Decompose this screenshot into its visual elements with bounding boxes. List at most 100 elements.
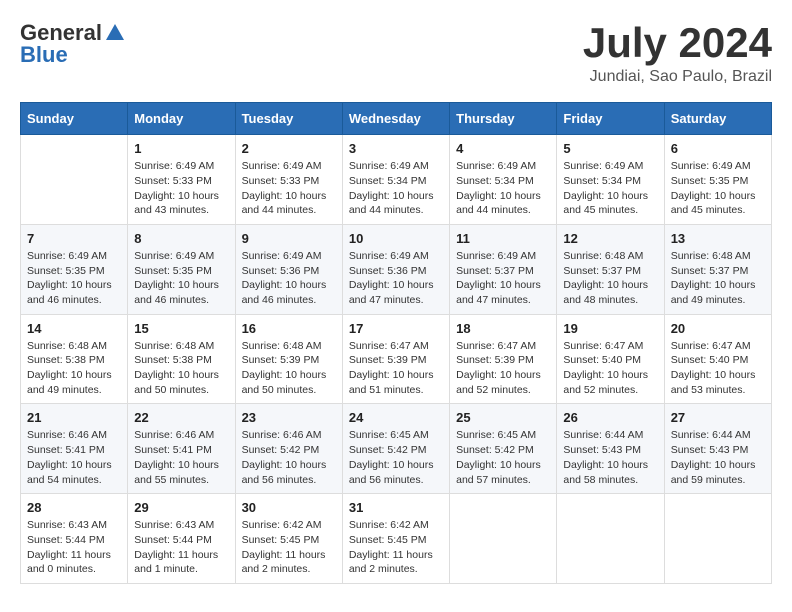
table-row: 31 Sunrise: 6:42 AMSunset: 5:45 PMDaylig…: [342, 494, 449, 584]
day-number: 29: [134, 500, 228, 515]
day-detail: Sunrise: 6:48 AMSunset: 5:38 PMDaylight:…: [134, 339, 228, 398]
table-row: 29 Sunrise: 6:43 AMSunset: 5:44 PMDaylig…: [128, 494, 235, 584]
day-number: 23: [242, 410, 336, 425]
day-number: 2: [242, 141, 336, 156]
table-row: 30 Sunrise: 6:42 AMSunset: 5:45 PMDaylig…: [235, 494, 342, 584]
table-row: 26 Sunrise: 6:44 AMSunset: 5:43 PMDaylig…: [557, 404, 664, 494]
table-row: 19 Sunrise: 6:47 AMSunset: 5:40 PMDaylig…: [557, 314, 664, 404]
day-number: 30: [242, 500, 336, 515]
logo-icon: [104, 22, 126, 44]
day-number: 18: [456, 321, 550, 336]
day-detail: Sunrise: 6:43 AMSunset: 5:44 PMDaylight:…: [27, 518, 121, 577]
table-row: 24 Sunrise: 6:45 AMSunset: 5:42 PMDaylig…: [342, 404, 449, 494]
day-detail: Sunrise: 6:49 AMSunset: 5:35 PMDaylight:…: [671, 159, 765, 218]
day-detail: Sunrise: 6:44 AMSunset: 5:43 PMDaylight:…: [671, 428, 765, 487]
day-detail: Sunrise: 6:49 AMSunset: 5:33 PMDaylight:…: [242, 159, 336, 218]
day-detail: Sunrise: 6:49 AMSunset: 5:33 PMDaylight:…: [134, 159, 228, 218]
header-sunday: Sunday: [21, 103, 128, 135]
table-row: 21 Sunrise: 6:46 AMSunset: 5:41 PMDaylig…: [21, 404, 128, 494]
table-row: 22 Sunrise: 6:46 AMSunset: 5:41 PMDaylig…: [128, 404, 235, 494]
table-row: 2 Sunrise: 6:49 AMSunset: 5:33 PMDayligh…: [235, 135, 342, 225]
day-detail: Sunrise: 6:45 AMSunset: 5:42 PMDaylight:…: [456, 428, 550, 487]
table-row: 17 Sunrise: 6:47 AMSunset: 5:39 PMDaylig…: [342, 314, 449, 404]
day-detail: Sunrise: 6:42 AMSunset: 5:45 PMDaylight:…: [242, 518, 336, 577]
day-detail: Sunrise: 6:49 AMSunset: 5:36 PMDaylight:…: [349, 249, 443, 308]
day-detail: Sunrise: 6:43 AMSunset: 5:44 PMDaylight:…: [134, 518, 228, 577]
day-detail: Sunrise: 6:42 AMSunset: 5:45 PMDaylight:…: [349, 518, 443, 577]
table-row: 28 Sunrise: 6:43 AMSunset: 5:44 PMDaylig…: [21, 494, 128, 584]
day-number: 28: [27, 500, 121, 515]
day-detail: Sunrise: 6:49 AMSunset: 5:36 PMDaylight:…: [242, 249, 336, 308]
day-number: 3: [349, 141, 443, 156]
table-row: 25 Sunrise: 6:45 AMSunset: 5:42 PMDaylig…: [450, 404, 557, 494]
header-monday: Monday: [128, 103, 235, 135]
table-row: 4 Sunrise: 6:49 AMSunset: 5:34 PMDayligh…: [450, 135, 557, 225]
day-number: 26: [563, 410, 657, 425]
logo-blue-text: Blue: [20, 42, 68, 68]
day-number: 22: [134, 410, 228, 425]
table-row: 8 Sunrise: 6:49 AMSunset: 5:35 PMDayligh…: [128, 224, 235, 314]
header-tuesday: Tuesday: [235, 103, 342, 135]
table-row: 6 Sunrise: 6:49 AMSunset: 5:35 PMDayligh…: [664, 135, 771, 225]
header-thursday: Thursday: [450, 103, 557, 135]
day-detail: Sunrise: 6:48 AMSunset: 5:39 PMDaylight:…: [242, 339, 336, 398]
day-number: 9: [242, 231, 336, 246]
day-detail: Sunrise: 6:45 AMSunset: 5:42 PMDaylight:…: [349, 428, 443, 487]
calendar-week-row: 7 Sunrise: 6:49 AMSunset: 5:35 PMDayligh…: [21, 224, 772, 314]
table-row: 23 Sunrise: 6:46 AMSunset: 5:42 PMDaylig…: [235, 404, 342, 494]
table-row: 11 Sunrise: 6:49 AMSunset: 5:37 PMDaylig…: [450, 224, 557, 314]
calendar-header-row: Sunday Monday Tuesday Wednesday Thursday…: [21, 103, 772, 135]
day-number: 25: [456, 410, 550, 425]
calendar-week-row: 28 Sunrise: 6:43 AMSunset: 5:44 PMDaylig…: [21, 494, 772, 584]
day-number: 15: [134, 321, 228, 336]
day-number: 8: [134, 231, 228, 246]
day-detail: Sunrise: 6:49 AMSunset: 5:35 PMDaylight:…: [134, 249, 228, 308]
calendar-title: July 2024: [583, 20, 772, 66]
logo: General Blue: [20, 20, 126, 68]
header-friday: Friday: [557, 103, 664, 135]
day-detail: Sunrise: 6:49 AMSunset: 5:35 PMDaylight:…: [27, 249, 121, 308]
calendar-week-row: 1 Sunrise: 6:49 AMSunset: 5:33 PMDayligh…: [21, 135, 772, 225]
table-row: [450, 494, 557, 584]
day-number: 4: [456, 141, 550, 156]
table-row: [21, 135, 128, 225]
table-row: 9 Sunrise: 6:49 AMSunset: 5:36 PMDayligh…: [235, 224, 342, 314]
table-row: [664, 494, 771, 584]
table-row: 16 Sunrise: 6:48 AMSunset: 5:39 PMDaylig…: [235, 314, 342, 404]
day-number: 16: [242, 321, 336, 336]
day-detail: Sunrise: 6:49 AMSunset: 5:34 PMDaylight:…: [456, 159, 550, 218]
day-number: 13: [671, 231, 765, 246]
day-number: 14: [27, 321, 121, 336]
day-number: 1: [134, 141, 228, 156]
day-number: 12: [563, 231, 657, 246]
day-detail: Sunrise: 6:47 AMSunset: 5:40 PMDaylight:…: [563, 339, 657, 398]
calendar-location: Jundiai, Sao Paulo, Brazil: [583, 68, 772, 86]
day-number: 7: [27, 231, 121, 246]
day-detail: Sunrise: 6:44 AMSunset: 5:43 PMDaylight:…: [563, 428, 657, 487]
calendar-week-row: 21 Sunrise: 6:46 AMSunset: 5:41 PMDaylig…: [21, 404, 772, 494]
header-wednesday: Wednesday: [342, 103, 449, 135]
day-detail: Sunrise: 6:47 AMSunset: 5:40 PMDaylight:…: [671, 339, 765, 398]
table-row: 3 Sunrise: 6:49 AMSunset: 5:34 PMDayligh…: [342, 135, 449, 225]
table-row: 7 Sunrise: 6:49 AMSunset: 5:35 PMDayligh…: [21, 224, 128, 314]
table-row: 10 Sunrise: 6:49 AMSunset: 5:36 PMDaylig…: [342, 224, 449, 314]
day-detail: Sunrise: 6:48 AMSunset: 5:37 PMDaylight:…: [671, 249, 765, 308]
day-number: 27: [671, 410, 765, 425]
table-row: 15 Sunrise: 6:48 AMSunset: 5:38 PMDaylig…: [128, 314, 235, 404]
table-row: 18 Sunrise: 6:47 AMSunset: 5:39 PMDaylig…: [450, 314, 557, 404]
day-detail: Sunrise: 6:49 AMSunset: 5:37 PMDaylight:…: [456, 249, 550, 308]
table-row: 14 Sunrise: 6:48 AMSunset: 5:38 PMDaylig…: [21, 314, 128, 404]
day-number: 31: [349, 500, 443, 515]
day-number: 11: [456, 231, 550, 246]
day-detail: Sunrise: 6:47 AMSunset: 5:39 PMDaylight:…: [349, 339, 443, 398]
day-number: 24: [349, 410, 443, 425]
table-row: 20 Sunrise: 6:47 AMSunset: 5:40 PMDaylig…: [664, 314, 771, 404]
page-header: General Blue July 2024 Jundiai, Sao Paul…: [20, 20, 772, 86]
table-row: [557, 494, 664, 584]
day-number: 5: [563, 141, 657, 156]
table-row: 1 Sunrise: 6:49 AMSunset: 5:33 PMDayligh…: [128, 135, 235, 225]
table-row: 5 Sunrise: 6:49 AMSunset: 5:34 PMDayligh…: [557, 135, 664, 225]
table-row: 13 Sunrise: 6:48 AMSunset: 5:37 PMDaylig…: [664, 224, 771, 314]
day-number: 20: [671, 321, 765, 336]
day-number: 6: [671, 141, 765, 156]
